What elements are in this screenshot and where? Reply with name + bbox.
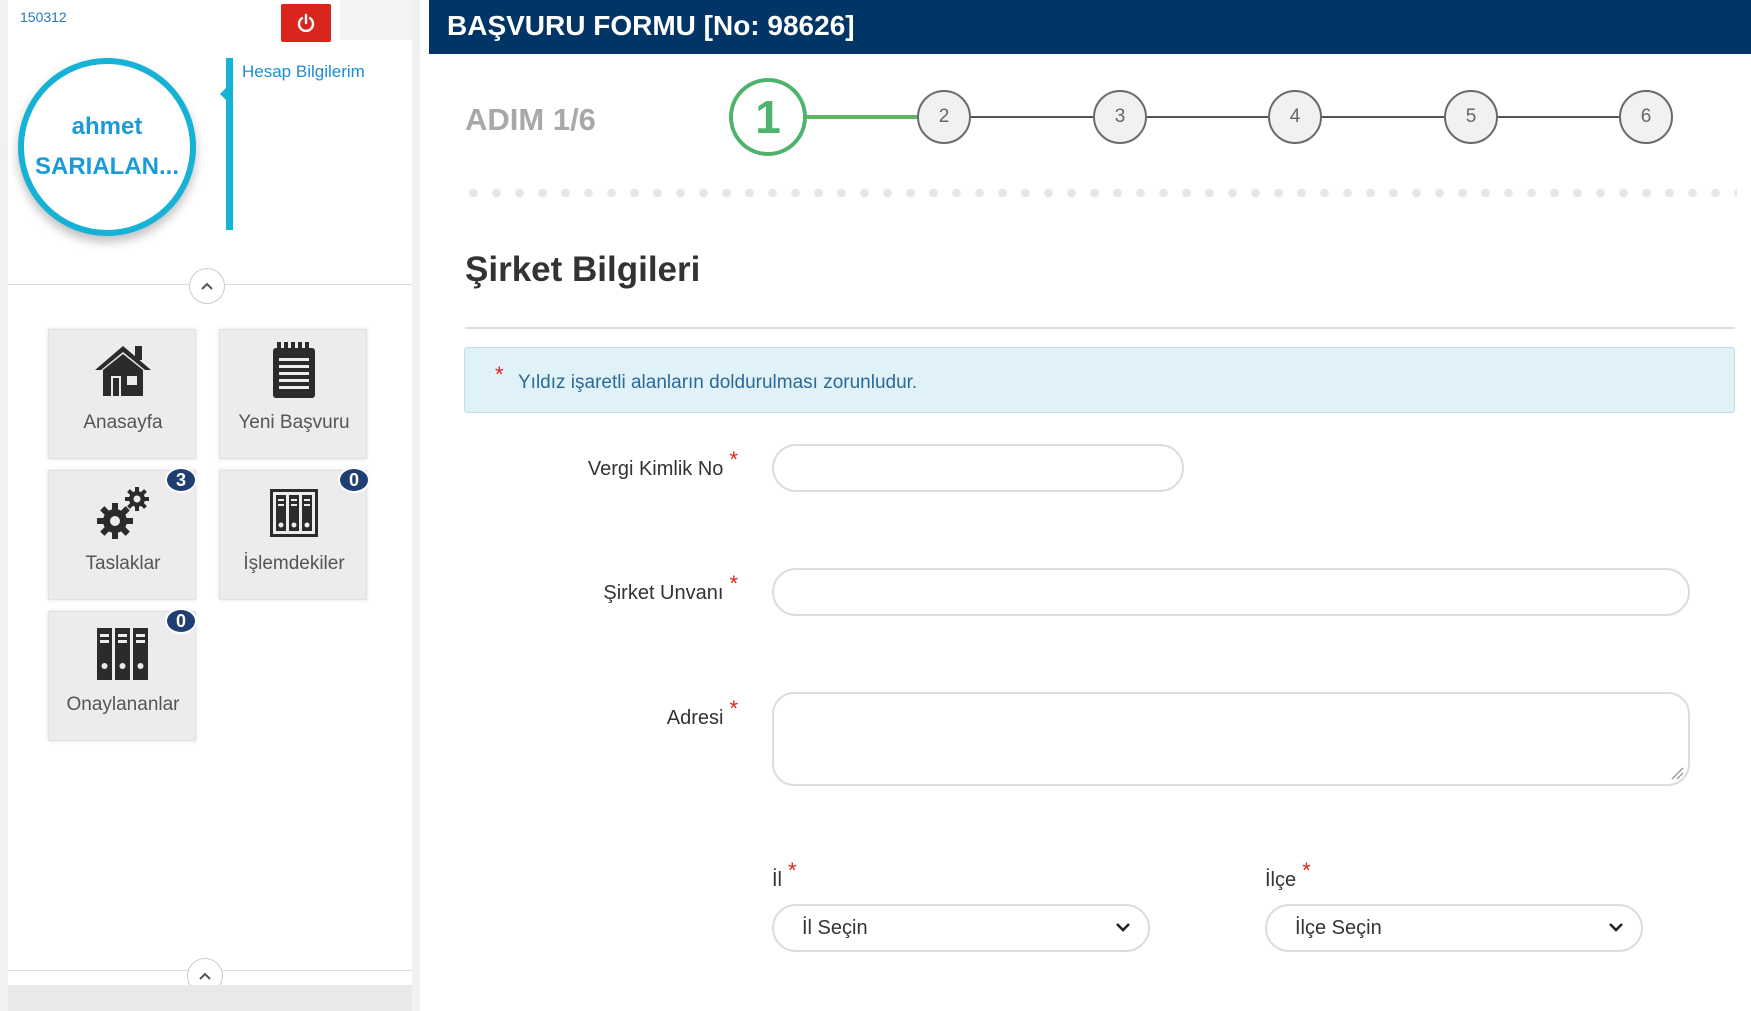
address-label: Adresi *: [520, 696, 738, 730]
sidebar-top-strip: [340, 0, 412, 40]
tile-label: Anasayfa: [83, 412, 163, 433]
section-title: Şirket Bilgileri: [465, 250, 701, 289]
power-icon: [297, 13, 315, 33]
province-label: İl *: [772, 858, 797, 892]
section-divider: [465, 327, 1735, 329]
required-mark: *: [1302, 858, 1311, 883]
house-icon: [95, 346, 151, 396]
district-label-text: İlçe: [1265, 869, 1297, 891]
province-selected-value: İl Seçin: [802, 916, 868, 939]
file-cabinet-icon: [270, 489, 318, 537]
user-first-name: ahmet: [71, 113, 143, 140]
user-last-name: SARIALAN...: [35, 153, 179, 180]
in-progress-count-badge: 0: [338, 467, 370, 493]
notice-text: Yıldız işaretli alanların doldurulması z…: [518, 372, 918, 393]
company-name-label-text: Şirket Unvanı: [603, 582, 724, 604]
approved-count-badge: 0: [165, 608, 197, 634]
company-name-label: Şirket Unvanı *: [520, 571, 738, 605]
logout-button[interactable]: [281, 4, 331, 42]
step-4[interactable]: 4: [1268, 90, 1322, 144]
sidebar: 150312 ahmet SARIALAN... Hesap Bilgileri…: [0, 0, 420, 1011]
tile-label: İşlemdekiler: [243, 553, 345, 574]
step-1[interactable]: 1: [729, 78, 807, 156]
user-avatar[interactable]: ahmet SARIALAN...: [18, 58, 196, 236]
step-connector-3-4: [1146, 116, 1272, 118]
tile-label: Onaylananlar: [66, 694, 180, 715]
step-6[interactable]: 6: [1619, 90, 1673, 144]
tile-islemdekiler[interactable]: İşlemdekiler 0: [219, 467, 370, 600]
tile-onaylananlar[interactable]: Onaylananlar 0: [48, 608, 197, 741]
tax-id-label: Vergi Kimlik No *: [520, 447, 738, 481]
tile-anasayfa[interactable]: Anasayfa: [48, 329, 196, 459]
account-link-bar: [220, 58, 233, 230]
gears-icon: [97, 487, 149, 539]
required-mark: *: [729, 571, 738, 596]
address-label-text: Adresi: [666, 707, 724, 729]
required-mark: *: [729, 447, 738, 472]
step-connector-4-5: [1321, 116, 1447, 118]
district-selected-value: İlçe Seçin: [1295, 916, 1382, 939]
binders-icon: [97, 628, 148, 680]
resize-handle-icon[interactable]: [1670, 766, 1684, 780]
user-code: 150312: [20, 9, 67, 25]
notepad-icon: [273, 342, 315, 398]
tax-id-input[interactable]: [772, 444, 1184, 492]
district-label: İlçe *: [1265, 858, 1311, 892]
form-header: BAŞVURU FORMU [No: 98626]: [429, 0, 1751, 54]
company-name-input[interactable]: [772, 568, 1690, 616]
chevron-down-icon: [1116, 923, 1130, 932]
step-connector-5-6: [1497, 116, 1623, 118]
notice-star: *: [495, 362, 504, 387]
chevron-up-icon: [199, 972, 211, 980]
district-select[interactable]: İlçe Seçin: [1265, 904, 1643, 952]
tile-taslaklar[interactable]: Taslaklar 3: [48, 467, 197, 600]
required-mark: *: [729, 696, 738, 721]
province-select[interactable]: İl Seçin: [772, 904, 1150, 952]
required-fields-notice: * Yıldız işaretli alanların doldurulması…: [464, 347, 1735, 413]
step-title: ADIM 1/6: [465, 102, 596, 137]
required-mark: *: [788, 858, 797, 883]
page-root: 150312 ahmet SARIALAN... Hesap Bilgileri…: [0, 0, 1751, 1011]
step-connector-2-3: [970, 116, 1096, 118]
chevron-up-icon: [201, 282, 213, 290]
address-textarea[interactable]: [772, 692, 1690, 786]
form-title: BAŞVURU FORMU [No: 98626]: [447, 10, 855, 41]
account-info-link[interactable]: Hesap Bilgilerim: [242, 62, 365, 82]
tax-id-label-text: Vergi Kimlik No: [587, 458, 724, 480]
tile-label: Yeni Başvuru: [238, 412, 350, 433]
province-label-text: İl: [772, 869, 782, 891]
tile-label: Taslaklar: [85, 553, 161, 574]
sidebar-bottom-strip: [8, 985, 412, 1011]
collapse-profile-button[interactable]: [189, 268, 225, 304]
dotted-separator: [462, 188, 1737, 198]
step-3[interactable]: 3: [1093, 90, 1147, 144]
drafts-count-badge: 3: [165, 467, 197, 493]
step-5[interactable]: 5: [1444, 90, 1498, 144]
step-2[interactable]: 2: [917, 90, 971, 144]
chevron-down-icon: [1609, 923, 1623, 932]
tile-yeni-basvuru[interactable]: Yeni Başvuru: [219, 329, 367, 459]
